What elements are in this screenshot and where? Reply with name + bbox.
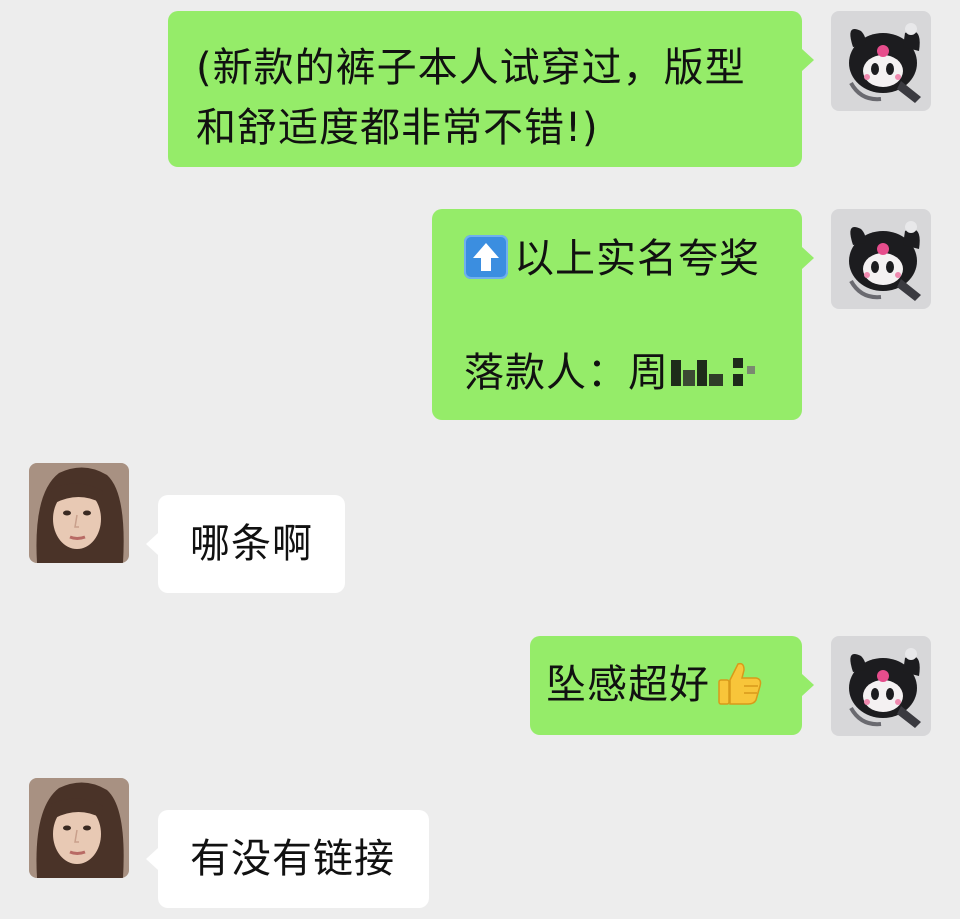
bubble-tail (146, 533, 158, 555)
avatar-contact[interactable] (29, 778, 129, 878)
avatar-self[interactable] (831, 636, 931, 736)
message-bubble-outgoing[interactable]: 以上实名夸奖 落款人：周 (432, 209, 814, 420)
message-bubble-incoming[interactable]: 有没有链接 (146, 810, 429, 908)
avatar-self[interactable] (831, 11, 931, 111)
message-bubble-outgoing[interactable]: 坠感超好 (530, 636, 814, 735)
message-text-line: 落款人：周 (464, 343, 802, 403)
kuromi-plush-icon (831, 636, 931, 736)
kuromi-plush-icon (831, 11, 931, 111)
message-text: 以上实名夸奖 (514, 236, 760, 282)
message-text: 坠感超好 (546, 662, 710, 708)
avatar-contact[interactable] (29, 463, 129, 563)
bubble-tail (146, 848, 158, 870)
bubble-tail (802, 49, 814, 71)
bubble-tail (802, 247, 814, 269)
message-text: 哪条啊 (190, 521, 313, 567)
woman-portrait-icon (29, 463, 129, 563)
message-text: 落款人：周 (464, 350, 669, 396)
message-text-line: 和舒适度都非常不错!) (196, 105, 599, 151)
kuromi-plush-icon (831, 209, 931, 309)
message-text: 有没有链接 (190, 836, 395, 882)
message-bubble-outgoing[interactable]: (新款的裤子本人试穿过，版型 和舒适度都非常不错!) (168, 11, 814, 167)
message-text-line: (新款的裤子本人试穿过，版型 (196, 45, 746, 91)
up-arrow-icon (464, 235, 508, 279)
message-text-line: 以上实名夸奖 (464, 229, 802, 289)
message-bubble-incoming[interactable]: 哪条啊 (146, 495, 345, 593)
woman-portrait-icon (29, 778, 129, 878)
redacted-name-mosaic (669, 352, 761, 392)
thumbs-up-icon (718, 662, 762, 705)
avatar-self[interactable] (831, 209, 931, 309)
message-text-line: 坠感超好 (546, 655, 802, 715)
bubble-tail (802, 674, 814, 696)
chat-window: (新款的裤子本人试穿过，版型 和舒适度都非常不错!) 以上实名夸奖 落款人：周 … (0, 0, 960, 919)
